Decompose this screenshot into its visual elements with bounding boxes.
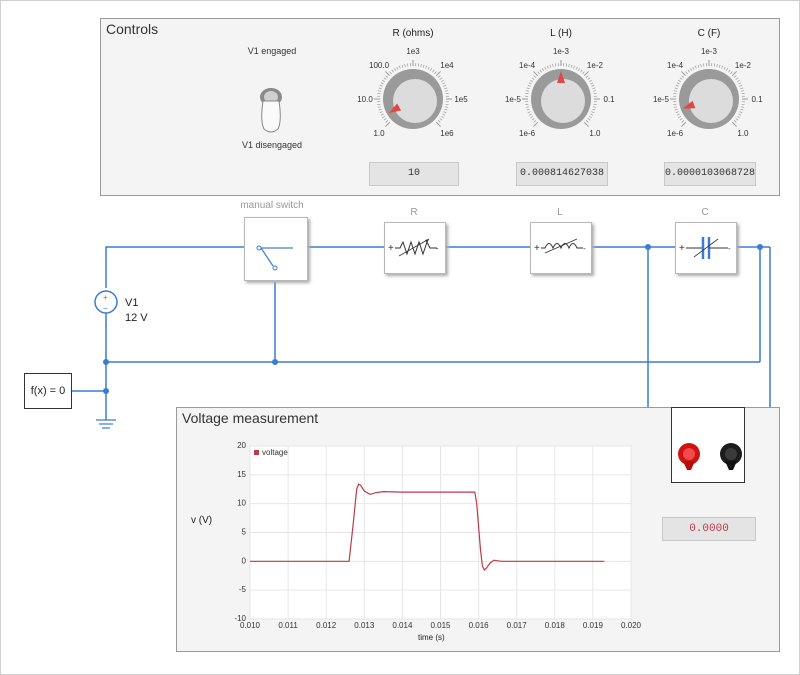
source-value: 12 V (125, 312, 148, 324)
meter-readout: 0.0000 (662, 517, 756, 541)
measurement-title: Voltage measurement (182, 410, 319, 426)
y-tick-label: 5 (242, 528, 247, 537)
inductor-block[interactable]: + - (530, 222, 592, 274)
function-block-label: f(x) = 0 (30, 385, 66, 397)
voltage-source-icon[interactable]: + − (93, 288, 119, 326)
resistor-title: R (410, 207, 418, 218)
manual-switch-block[interactable] (244, 217, 308, 281)
svg-text:+: + (388, 243, 394, 254)
source-name: V1 (125, 297, 139, 309)
svg-text:+: + (103, 293, 108, 302)
x-tick-label: 0.019 (583, 621, 604, 630)
x-tick-label: 0.015 (430, 621, 451, 630)
capacitor-icon: + - (679, 237, 731, 259)
voltage-chart: 0.010 0.011 0.012 0.013 0.014 0.015 0.016 0.017… (234, 441, 642, 630)
y-tick-label: 15 (237, 470, 246, 479)
voltmeter-block[interactable] (671, 407, 745, 483)
y-tick-label: 0 (242, 556, 247, 565)
legend-swatch (254, 450, 259, 455)
y-axis-label: v (V) (191, 515, 213, 526)
svg-text:−: − (103, 304, 108, 313)
y-tick-label: -10 (234, 614, 246, 623)
resistor-icon: + - (388, 238, 439, 257)
inductor-icon: + - (534, 238, 586, 254)
y-tick-label: -5 (239, 585, 247, 594)
x-tick-label: 0.014 (392, 621, 413, 630)
probe-terminals-icon (678, 443, 742, 470)
svg-text:+: + (534, 243, 540, 254)
capacitor-block[interactable]: + - (675, 222, 737, 274)
inductor-title: L (557, 207, 563, 218)
svg-text:-: - (728, 244, 731, 253)
x-tick-label: 0.018 (545, 621, 566, 630)
x-tick-label: 0.013 (354, 621, 375, 630)
x-tick-label: 0.016 (469, 621, 490, 630)
resistor-block[interactable]: + - (384, 222, 446, 274)
x-tick-label: 0.017 (507, 621, 528, 630)
svg-text:+: + (679, 243, 685, 254)
legend-label: voltage (262, 448, 288, 457)
svg-text:-: - (583, 244, 586, 253)
capacitor-title: C (701, 207, 709, 218)
y-tick-label: 10 (237, 499, 246, 508)
x-tick-label: 0.011 (278, 621, 298, 630)
x-tick-label: 0.020 (621, 621, 642, 630)
manual-switch-title: manual switch (240, 200, 304, 211)
svg-text:-: - (436, 244, 439, 253)
y-tick-label: 20 (237, 441, 246, 450)
function-block[interactable]: f(x) = 0 (24, 373, 72, 409)
ground-icon (96, 416, 116, 430)
x-tick-label: 0.012 (316, 621, 337, 630)
switch-symbol-icon (256, 245, 293, 271)
